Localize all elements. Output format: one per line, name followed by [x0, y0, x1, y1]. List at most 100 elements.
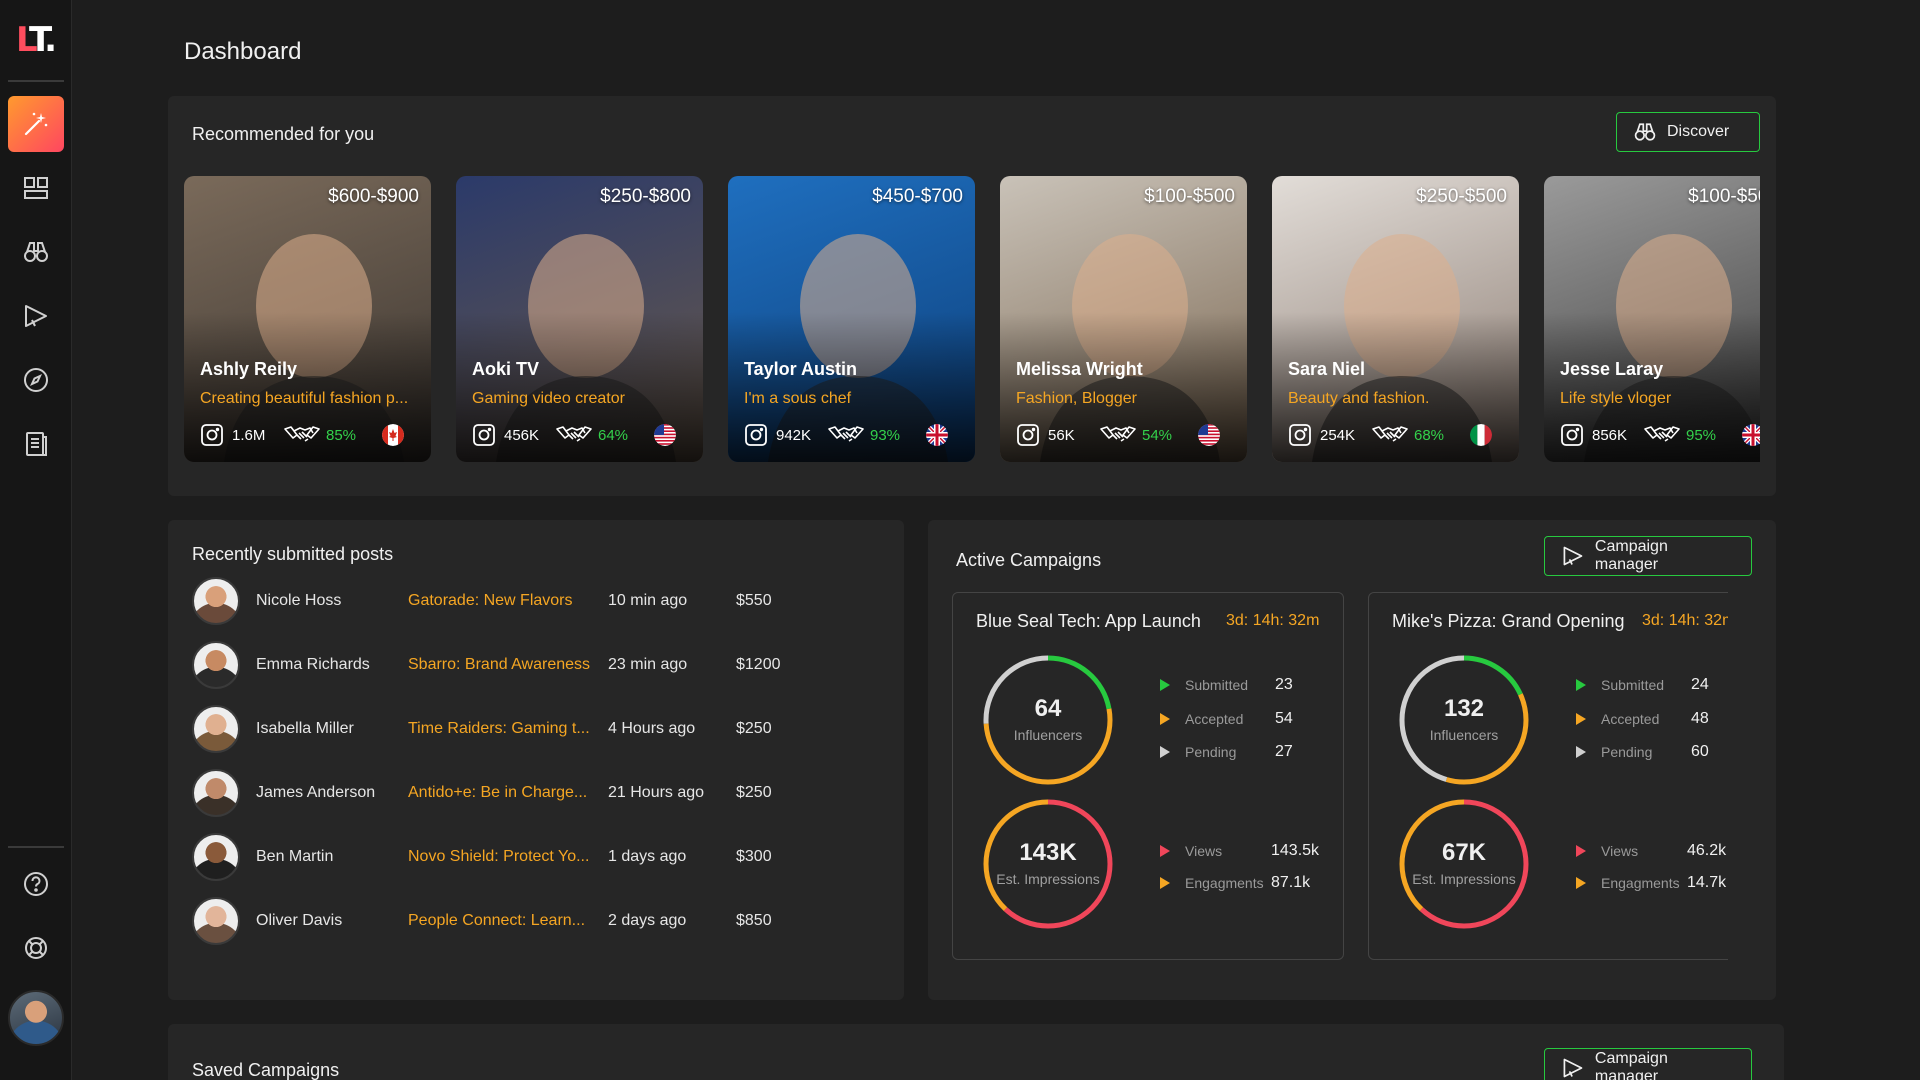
- post-author-name: Ben Martin: [256, 848, 334, 865]
- post-campaign-link[interactable]: Antido+e: Be in Charge...: [408, 784, 592, 802]
- status-triangle-icon: [1576, 746, 1586, 758]
- influencer-bio: Life style vloger: [1560, 390, 1672, 407]
- influencer-stats: 942K 93%: [744, 422, 964, 448]
- submitted-stat-value: 23: [1275, 676, 1293, 693]
- page-title: Dashboard: [184, 38, 302, 65]
- instagram-icon: [201, 424, 223, 446]
- active-campaigns-title: Active Campaigns: [956, 550, 1102, 570]
- post-author-avatar: [192, 833, 240, 881]
- campaign-manager-button[interactable]: Campaign manager: [1544, 536, 1752, 576]
- sidebar-item-recommendations[interactable]: [8, 96, 64, 152]
- engagement-rate: 68%: [1414, 426, 1445, 444]
- influencer-card[interactable]: $600-$900 Ashly Reily Creating beautiful f…: [184, 176, 431, 462]
- compass-icon: [24, 368, 48, 392]
- sidebar-divider: [8, 80, 64, 82]
- post-amount: $300: [736, 848, 772, 865]
- influencer-name: Aoki TV: [472, 359, 540, 379]
- post-campaign-link[interactable]: Novo Shield: Protect Yo...: [408, 848, 592, 866]
- post-row[interactable]: James Anderson Antido+e: Be in Charge... 2…: [168, 768, 868, 818]
- magic-wand-icon: [24, 112, 48, 136]
- influencer-card[interactable]: $250-$500 Sara Niel Beauty and fashion. 254…: [1272, 176, 1519, 462]
- sidebar-divider: [8, 846, 64, 848]
- sidebar-item-discover[interactable]: [8, 224, 64, 280]
- impressions-label: Est. Impressions: [996, 871, 1100, 887]
- submitted-stat: Submitted 23: [1159, 675, 1339, 695]
- influencer-price-range: $450-$700: [872, 186, 963, 207]
- engagements-stat-value: 87.1k: [1271, 874, 1311, 891]
- submitted-stat-label: Submitted: [1601, 677, 1665, 693]
- influencers-label: Influencers: [1013, 727, 1083, 743]
- influencer-price-range: $600-$900: [328, 186, 419, 207]
- post-row[interactable]: Nicole Hoss Gatorade: New Flavors 10 min a…: [168, 576, 868, 626]
- status-triangle-icon: [1160, 746, 1170, 758]
- post-campaign-link[interactable]: Time Raiders: Gaming t...: [408, 720, 592, 738]
- engagement-rate: 64%: [598, 426, 629, 444]
- accepted-stat: Accepted 54: [1159, 709, 1339, 729]
- campaign-card[interactable]: Blue Seal Tech: App Launch 3d: 14h: 32m 64…: [952, 592, 1344, 960]
- post-amount: $550: [736, 592, 772, 609]
- campaign-flag-icon: [1563, 546, 1583, 566]
- post-row[interactable]: Emma Richards Sbarro: Brand Awareness 23 m…: [168, 640, 868, 690]
- recommended-title: Recommended for you: [192, 124, 375, 144]
- campaign-countdown: 3d: 14h: 32m: [1226, 612, 1320, 629]
- post-campaign-link[interactable]: Sbarro: Brand Awareness: [408, 656, 592, 674]
- sidebar-item-dashboard[interactable]: [8, 160, 64, 216]
- influencer-bio: Gaming video creator: [472, 390, 625, 407]
- discover-label: Discover: [1667, 123, 1730, 140]
- sidebar-item-support[interactable]: [8, 920, 64, 976]
- sidebar-item-explore[interactable]: [8, 352, 64, 408]
- accepted-stat-label: Accepted: [1185, 711, 1244, 727]
- influencer-card[interactable]: $250-$800 Aoki TV Gaming video creator 456K…: [456, 176, 703, 462]
- app-logo[interactable]: LT.: [16, 20, 57, 60]
- post-row[interactable]: Isabella Miller Time Raiders: Gaming t...…: [168, 704, 868, 754]
- status-triangle-icon: [1576, 713, 1586, 725]
- post-campaign-link[interactable]: Gatorade: New Flavors: [408, 592, 592, 610]
- influencer-price-range: $250-$500: [1416, 186, 1507, 207]
- influencer-price-range: $100-$500: [1144, 186, 1235, 207]
- influencer-card[interactable]: $450-$700 Taylor Austin I'm a sous chef 942…: [728, 176, 975, 462]
- status-triangle-icon: [1160, 713, 1170, 725]
- handshake-icon: [1372, 426, 1408, 442]
- influencer-stats: 1.6M 85%: [200, 422, 420, 448]
- handshake-icon: [1100, 426, 1136, 442]
- sidebar-item-campaigns[interactable]: [8, 288, 64, 344]
- instagram-icon: [1289, 424, 1311, 446]
- influencer-stats: 856K 95%: [1560, 422, 1760, 448]
- pending-stat-value: 27: [1275, 743, 1293, 760]
- support-icon: [25, 937, 47, 959]
- follower-count: 856K: [1592, 426, 1628, 444]
- post-campaign-link[interactable]: People Connect: Learn...: [408, 912, 592, 930]
- post-author-avatar: [192, 705, 240, 753]
- campaign-flag-icon: [25, 305, 47, 327]
- status-triangle-icon: [1576, 679, 1586, 691]
- influencer-card[interactable]: $100-$500 Jesse Laray Life style vloger 856…: [1544, 176, 1760, 462]
- influencer-name: Jesse Laray: [1560, 359, 1664, 379]
- engagements-stat-label: Engagments: [1601, 875, 1680, 891]
- saved-campaign-manager-button[interactable]: Campaign manager: [1544, 1048, 1752, 1080]
- influencers-count: 64: [1034, 695, 1062, 722]
- influencer-name: Melissa Wright: [1016, 359, 1143, 379]
- binoculars-icon: [1634, 123, 1656, 141]
- status-triangle-icon: [1160, 679, 1170, 691]
- sidebar-item-reports[interactable]: [8, 416, 64, 472]
- instagram-icon: [473, 424, 495, 446]
- post-author-avatar: [192, 897, 240, 945]
- dashboard-grid-icon: [24, 177, 48, 199]
- impressions-label: Est. Impressions: [1412, 871, 1516, 887]
- user-avatar[interactable]: [8, 990, 64, 1046]
- campaign-title: Blue Seal Tech: App Launch: [976, 611, 1201, 631]
- post-timestamp: 1 days ago: [608, 848, 687, 865]
- post-amount: $850: [736, 912, 772, 929]
- campaign-card[interactable]: Mike's Pizza: Grand Opening 3d: 14h: 32m 1…: [1368, 592, 1728, 960]
- discover-button[interactable]: Discover: [1616, 112, 1760, 152]
- influencer-card[interactable]: $100-$500 Melissa Wright Fashion, Blogger 5…: [1000, 176, 1247, 462]
- influencer-bio: Beauty and fashion.: [1288, 390, 1430, 407]
- views-stat-label: Views: [1601, 843, 1639, 859]
- influencer-bio: Fashion, Blogger: [1016, 390, 1137, 407]
- influencer-price-range: $250-$800: [600, 186, 691, 207]
- post-row[interactable]: Ben Martin Novo Shield: Protect Yo... 1 da…: [168, 832, 868, 882]
- post-row[interactable]: Oliver Davis People Connect: Learn... 2 da…: [168, 896, 868, 946]
- sidebar-item-help[interactable]: [8, 856, 64, 912]
- campaign-flag-icon: [1563, 1058, 1583, 1078]
- views-stat-value: 46.2k: [1687, 842, 1727, 859]
